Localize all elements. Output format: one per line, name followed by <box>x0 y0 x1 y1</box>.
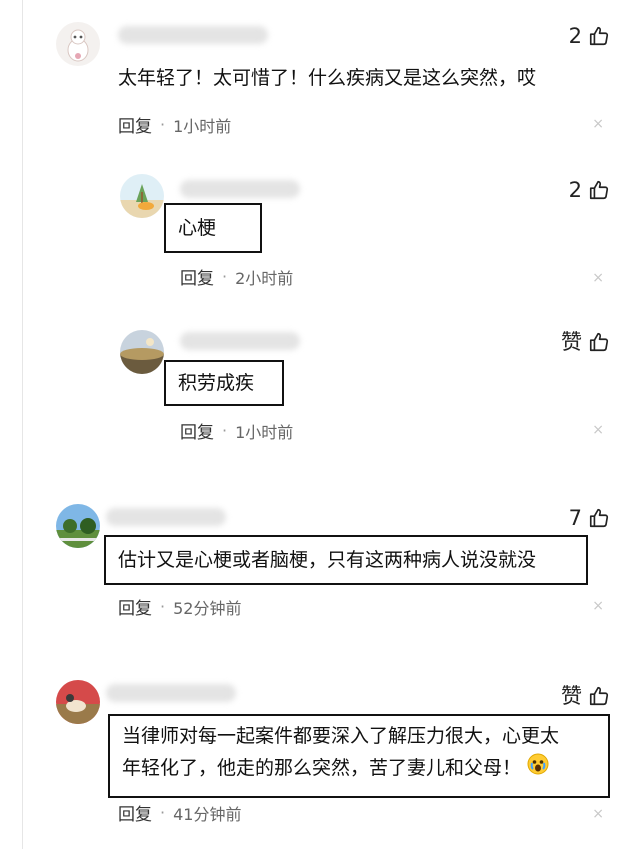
reply-button[interactable]: 回复 <box>180 418 214 443</box>
close-icon[interactable]: × <box>592 422 604 438</box>
comment-text: 心梗 <box>164 203 262 253</box>
username-blurred[interactable] <box>180 180 300 198</box>
avatar[interactable] <box>56 504 100 548</box>
like-count: 2 <box>568 24 582 48</box>
comment-meta: 回复 · 52分钟前 <box>118 594 241 619</box>
avatar[interactable] <box>120 174 164 218</box>
comment-text-line-1: 当律师对每一起案件都要深入了解压力很大，心更太 <box>122 725 560 747</box>
thumbs-up-icon <box>588 507 610 529</box>
username-blurred[interactable] <box>106 684 236 702</box>
comment-text: 当律师对每一起案件都要深入了解压力很大，心更太 年轻化了，他走的那么突然，苦了妻… <box>108 714 610 798</box>
username-blurred[interactable] <box>106 508 226 526</box>
timestamp: 2小时前 <box>235 268 294 288</box>
thread-rule <box>22 0 23 849</box>
like-button[interactable]: 2 <box>569 178 610 202</box>
timestamp: 1小时前 <box>235 422 294 442</box>
meta-separator: · <box>222 421 228 440</box>
avatar[interactable] <box>56 22 100 66</box>
timestamp: 41分钟前 <box>173 804 242 824</box>
comment-meta: 回复 · 41分钟前 <box>118 800 241 825</box>
close-icon[interactable]: × <box>592 598 604 614</box>
comment-text: 估计又是心梗或者脑梗，只有这两种病人说没就没 <box>104 535 588 585</box>
reply-button[interactable]: 回复 <box>118 800 152 825</box>
timestamp: 1小时前 <box>173 116 232 136</box>
avatar[interactable] <box>120 330 164 374</box>
like-button[interactable]: 2 <box>569 24 610 48</box>
like-count: 赞 <box>561 330 582 354</box>
comment-text: 积劳成疾 <box>164 360 284 406</box>
timestamp: 52分钟前 <box>173 598 242 618</box>
like-count: 7 <box>568 506 582 530</box>
close-icon[interactable]: × <box>592 806 604 822</box>
like-button[interactable]: 7 <box>569 506 610 530</box>
comment-text-line-2-text: 年轻化了，他走的那么突然，苦了妻儿和父母！ <box>122 757 522 779</box>
reply-button[interactable]: 回复 <box>118 594 152 619</box>
thumbs-up-icon <box>588 685 610 707</box>
close-icon[interactable]: × <box>592 270 604 286</box>
comment-meta: 回复 · 2小时前 <box>180 264 293 289</box>
comment-text-line-2: 年轻化了，他走的那么突然，苦了妻儿和父母！ <box>122 752 596 785</box>
reply-button[interactable]: 回复 <box>180 264 214 289</box>
meta-separator: · <box>160 115 166 134</box>
username-blurred[interactable] <box>180 332 300 350</box>
like-button[interactable]: 赞 <box>561 330 610 354</box>
avatar[interactable] <box>56 680 100 724</box>
crying-face-emoji <box>527 753 549 785</box>
comment-meta: 回复 · 1小时前 <box>180 418 293 443</box>
meta-separator: · <box>222 267 228 286</box>
like-count: 赞 <box>561 684 582 708</box>
like-count: 2 <box>568 178 582 202</box>
thumbs-up-icon <box>588 179 610 201</box>
meta-separator: · <box>160 597 166 616</box>
like-button[interactable]: 赞 <box>561 684 610 708</box>
thumbs-up-icon <box>588 25 610 47</box>
comment-text: 太年轻了！太可惜了！什么疾病又是这么突然，哎 <box>118 67 537 89</box>
reply-button[interactable]: 回复 <box>118 112 152 137</box>
username-blurred[interactable] <box>118 26 268 44</box>
close-icon[interactable]: × <box>592 116 604 132</box>
meta-separator: · <box>160 803 166 822</box>
comment-meta: 回复 · 1小时前 <box>118 112 231 137</box>
thumbs-up-icon <box>588 331 610 353</box>
